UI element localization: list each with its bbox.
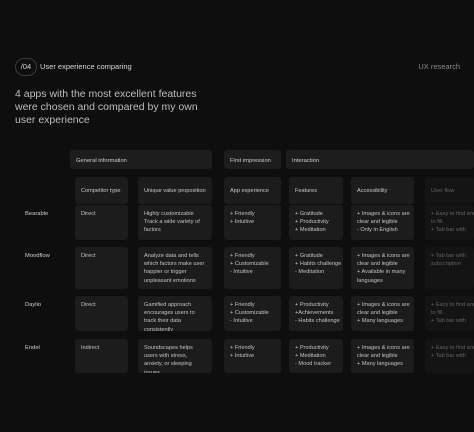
column-competitor-type: Competitor type	[75, 177, 128, 204]
list-item: + Friendly	[230, 302, 255, 308]
list-item: - Only in English	[357, 227, 398, 234]
list-item: + Intuitive	[230, 353, 255, 360]
list-item: clear and legible	[357, 353, 398, 360]
list-item: to fill	[431, 310, 443, 317]
list-item: + Meditation	[295, 353, 326, 360]
intro-text: 4 apps with the most excellent features …	[15, 88, 198, 127]
cell-user-flow: + Easy to find and to fill + Tab bar wit…	[425, 296, 474, 331]
list-item: + Images & icons are	[357, 345, 410, 351]
cell-features: + Gratitude + Habits challenge - Meditat…	[289, 247, 343, 289]
column-user-flow: User flow	[425, 177, 474, 204]
cell-unique-value: Highly customizable Track a wide variety…	[138, 205, 212, 240]
cell-competitor-type: Direct	[75, 247, 128, 289]
list-item: + Easy to find and	[431, 211, 474, 217]
section-header: /04 User experience comparing UX researc…	[0, 0, 474, 140]
cell-user-flow: + Easy to find and to fill + Tab bar wit…	[425, 205, 474, 240]
list-item: + Friendly	[230, 253, 255, 259]
cell-features: + Gratitude + Productivity + Meditation	[289, 205, 343, 240]
cell-text: Analyze data and tells which factors mak…	[144, 253, 205, 284]
cell-app-experience: + Friendly + Customizable - Intuitive	[224, 247, 281, 289]
list-item: +Achievements	[295, 310, 334, 317]
list-item: + Images & icons are	[357, 211, 410, 217]
list-item: + Many languages	[357, 361, 403, 368]
list-item: clear and legible	[357, 261, 398, 268]
row-label-endel: Endel	[25, 345, 40, 351]
list-item: + Tab bar with	[431, 318, 466, 325]
list-item: + Habits challenge	[295, 261, 342, 268]
cell-accessibility: + Images & icons are clear and legible +…	[351, 247, 414, 289]
cell-text: Soundscapes helps users with stress, anx…	[144, 345, 193, 373]
cell-app-experience: + Friendly + Intuitive	[224, 205, 281, 240]
list-item: + Friendly	[230, 211, 255, 217]
cell-features: + Productivity + Meditation - Mood track…	[289, 339, 343, 373]
list-item: + Easy to find and	[431, 302, 474, 308]
row-label-bearable: Bearable	[25, 211, 49, 217]
section-number-badge: /04	[15, 58, 37, 76]
list-item: + Tab bar with	[431, 227, 466, 234]
list-item: clear and legible	[357, 219, 398, 226]
list-item: + Customizable	[230, 310, 269, 317]
list-item: + Productivity	[295, 302, 329, 308]
cell-competitor-type: Direct	[75, 296, 128, 331]
list-item: + Available in many	[357, 269, 406, 276]
row-label-daylio: Daylio	[25, 302, 42, 308]
list-item: + Productivity	[295, 345, 329, 351]
section-tag: UX research	[418, 62, 460, 71]
list-item: + Meditation	[295, 227, 326, 234]
list-item: + Easy to find and	[431, 345, 474, 351]
cell-app-experience: + Friendly + Customizable - Intuitive	[224, 296, 281, 331]
row-label-moodflow: Moodflow	[25, 253, 50, 259]
cell-features: + Productivity +Achievements - Habits ch…	[289, 296, 343, 331]
cell-user-flow: + Tab bar with subscription	[425, 247, 474, 289]
list-item: + Productivity	[295, 219, 329, 226]
section-title: User experience comparing	[40, 62, 132, 71]
list-item: + Tab bar with	[431, 253, 466, 259]
list-item: + Tab bar with	[431, 353, 466, 360]
cell-unique-value: Soundscapes helps users with stress, anx…	[138, 339, 212, 373]
group-general-information: General information	[70, 150, 212, 169]
list-item: + Images & icons are	[357, 302, 410, 308]
list-item: to fill	[431, 219, 443, 226]
cell-competitor-type: Direct	[75, 205, 128, 240]
cell-accessibility: + Images & icons are clear and legible +…	[351, 339, 414, 373]
list-item: - Habits challenge	[295, 318, 340, 325]
cell-app-experience: + Friendly + Intuitive	[224, 339, 281, 373]
list-item: - Intuitive	[230, 318, 253, 325]
cell-accessibility: + Images & icons are clear and legible -…	[351, 205, 414, 240]
cell-text: Highly customizable Track a wide variety…	[144, 211, 200, 234]
list-item: - Intuitive	[230, 269, 253, 276]
list-item: + Images & icons are	[357, 253, 410, 259]
list-item: + Gratitude	[295, 253, 323, 259]
column-features: Features	[289, 177, 343, 204]
cell-text: Gamified approach encourages users to tr…	[144, 302, 195, 331]
list-item: - Meditation	[295, 269, 325, 276]
list-item: + Customizable	[230, 261, 269, 268]
list-item: + Many languages	[357, 318, 403, 325]
list-item: + Intuitive	[230, 219, 255, 226]
list-item: languages	[357, 277, 383, 284]
column-accessibility: Accessibility	[351, 177, 414, 204]
column-unique-value: Unique value proposition	[138, 177, 212, 204]
group-interaction: Interaction	[286, 150, 474, 169]
list-item: + Gratitude	[295, 211, 323, 217]
list-item: clear and legible	[357, 310, 398, 317]
list-item: - Mood tracker	[295, 361, 332, 368]
cell-unique-value: Gamified approach encourages users to tr…	[138, 296, 212, 331]
list-item: + Friendly	[230, 345, 255, 351]
cell-user-flow: + Easy to find and + Tab bar with	[425, 339, 474, 373]
cell-unique-value: Analyze data and tells which factors mak…	[138, 247, 212, 289]
column-app-experience: App experience	[224, 177, 281, 204]
list-item: subscription	[431, 261, 461, 268]
cell-competitor-type: Indirect	[75, 339, 128, 373]
cell-accessibility: + Images & icons are clear and legible +…	[351, 296, 414, 331]
group-first-impression: First impression	[224, 150, 281, 169]
